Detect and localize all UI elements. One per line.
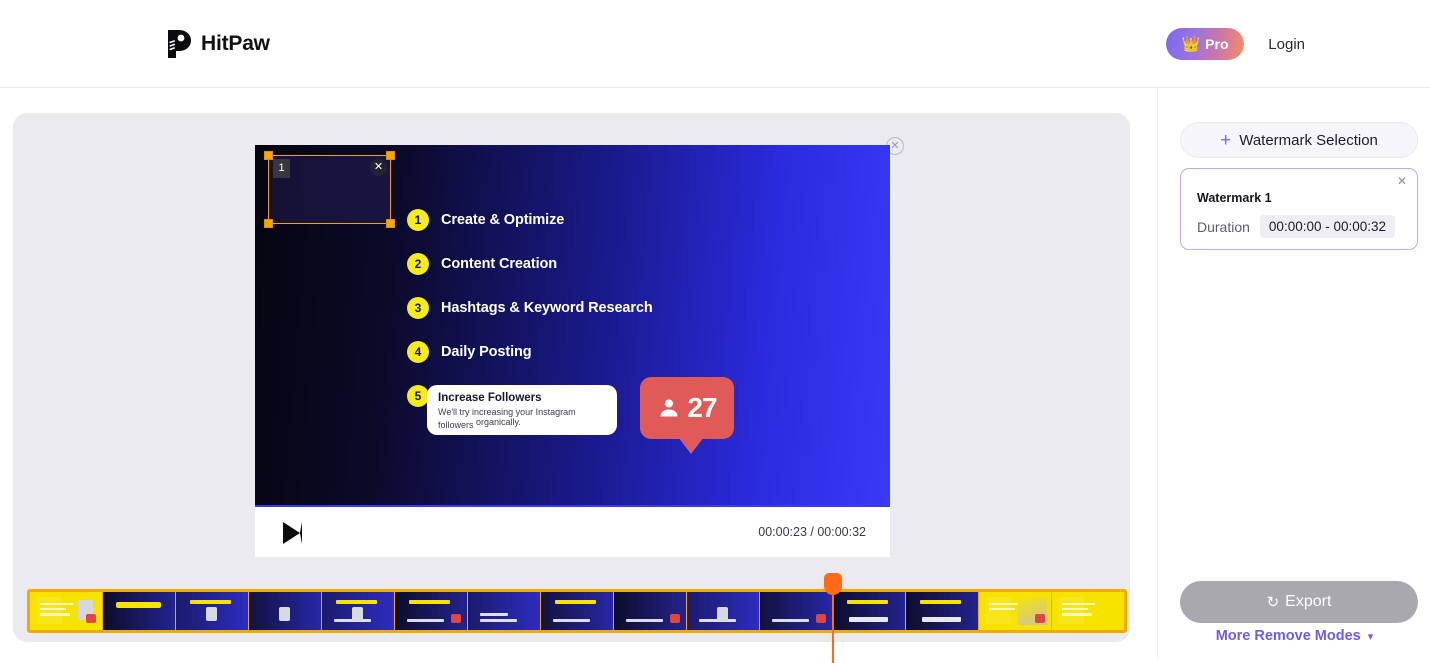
callout-title: Increase Followers (438, 392, 542, 404)
watermark-index-badge: 1 (273, 159, 290, 178)
video-step-item: 4 Daily Posting (407, 341, 653, 363)
brand-logo[interactable]: HitPaw (165, 29, 270, 59)
step-label: Hashtags & Keyword Research (441, 300, 653, 316)
resize-handle-bottom-right[interactable] (386, 219, 395, 228)
hitpaw-paw-logo-icon (168, 30, 191, 58)
timeline-thumbnail[interactable] (322, 592, 395, 630)
timeline-thumbnail[interactable] (249, 592, 322, 630)
pro-button-label: Pro (1205, 36, 1229, 52)
video-preview[interactable]: 1 ✕ 1 Create & Optimize 2 Content Creati… (255, 145, 890, 505)
right-sidebar: + Watermark Selection ✕ Watermark 1 Dura… (1157, 88, 1430, 658)
resize-handle-bottom-left[interactable] (264, 219, 273, 228)
step-number-badge: 4 (407, 341, 429, 363)
video-step-item: 2 Content Creation (407, 253, 653, 275)
time-display: 00:00:23 / 00:00:32 (758, 525, 866, 539)
login-link[interactable]: Login (1268, 36, 1305, 53)
watermark-selection-label: Watermark Selection (1239, 131, 1378, 149)
callout-line-1: We'll try increasing your Instagram (438, 407, 576, 417)
timeline-thumbnail[interactable] (541, 592, 614, 630)
duration-value-field[interactable]: 00:00:00 - 00:00:32 (1259, 215, 1396, 238)
duration-label: Duration (1197, 218, 1250, 235)
timeline-playhead[interactable] (824, 573, 842, 663)
plus-icon: + (1220, 129, 1232, 151)
watermark-delete-icon[interactable]: ✕ (370, 159, 387, 176)
step-number-badge: 1 (407, 209, 429, 231)
play-icon[interactable] (283, 522, 302, 544)
timeline-filmstrip[interactable] (27, 589, 1127, 633)
watermark-card[interactable]: ✕ Watermark 1 Duration 00:00:00 - 00:00:… (1180, 168, 1418, 250)
callout-line-2-text: followers (438, 420, 474, 430)
watermark-card-close-icon[interactable]: ✕ (1395, 174, 1409, 188)
callout-line-2-tilt: organically. (476, 417, 521, 427)
export-button-label: Export (1285, 593, 1332, 610)
watermark-duration-row: Duration 00:00:00 - 00:00:32 (1197, 215, 1396, 238)
increase-followers-callout: Increase Followers We'll try increasing … (427, 385, 617, 435)
timeline-thumbnail[interactable] (614, 592, 687, 630)
step-number-badge: 5 (407, 385, 429, 407)
step-number-badge: 3 (407, 297, 429, 319)
video-step-item: 1 Create & Optimize (407, 209, 653, 231)
timeline-thumbnail[interactable] (979, 592, 1052, 630)
playhead-marker-icon[interactable] (824, 573, 842, 595)
loading-spinner-icon: ↻ (1266, 594, 1280, 611)
timeline-thumbnail[interactable] (833, 592, 906, 630)
timeline-thumbnail[interactable] (103, 592, 176, 630)
step-label: Content Creation (441, 256, 558, 272)
resize-handle-top-left[interactable] (264, 151, 273, 160)
app-header: HitPaw 👑 Pro Login (0, 0, 1430, 88)
step-label: Daily Posting (441, 344, 532, 360)
watermark-card-title: Watermark 1 (1197, 191, 1272, 205)
follower-count-badge: 27 (640, 377, 734, 454)
follower-count-value: 27 (687, 392, 717, 423)
editor-panel: ✕ 1 ✕ 1 Create & Optimize 2 Content Crea… (13, 113, 1130, 663)
pro-upgrade-button[interactable]: 👑 Pro (1166, 28, 1244, 60)
step-label: Create & Optimize (441, 212, 565, 228)
resize-handle-top-right[interactable] (386, 151, 395, 160)
timeline-thumbnail[interactable] (906, 592, 979, 630)
chevron-down-icon: ▾ (1367, 631, 1374, 643)
timeline-thumbnail[interactable] (760, 592, 833, 630)
timeline-thumbnail[interactable] (395, 592, 468, 630)
crown-icon: 👑 (1181, 35, 1201, 53)
video-player-bar: 00:00:23 / 00:00:32 (255, 505, 890, 557)
watermark-selection-box[interactable]: 1 ✕ (264, 151, 395, 228)
more-remove-modes-label: More Remove Modes (1215, 628, 1361, 644)
watermark-selection-button[interactable]: + Watermark Selection (1180, 122, 1418, 158)
timeline-thumbnail[interactable] (1052, 592, 1124, 630)
timeline-thumbnail[interactable] (176, 592, 249, 630)
more-remove-modes-button[interactable]: More Remove Modes ▾ (1158, 628, 1430, 644)
person-icon (660, 399, 678, 417)
timeline-thumbnail[interactable] (30, 592, 103, 630)
timeline-thumbnail[interactable] (687, 592, 760, 630)
callout-line-2: followers organically. (438, 417, 606, 431)
step-number-badge: 2 (407, 253, 429, 275)
video-step-item: 3 Hashtags & Keyword Research (407, 297, 653, 319)
brand-name: HitPaw (201, 32, 270, 55)
video-stage: 1 ✕ 1 Create & Optimize 2 Content Creati… (255, 145, 890, 557)
video-step-list: 1 Create & Optimize 2 Content Creation 3… (407, 209, 653, 407)
timeline-thumbnail[interactable] (468, 592, 541, 630)
timeline[interactable] (20, 573, 1127, 663)
export-button[interactable]: ↻ Export (1180, 581, 1418, 623)
